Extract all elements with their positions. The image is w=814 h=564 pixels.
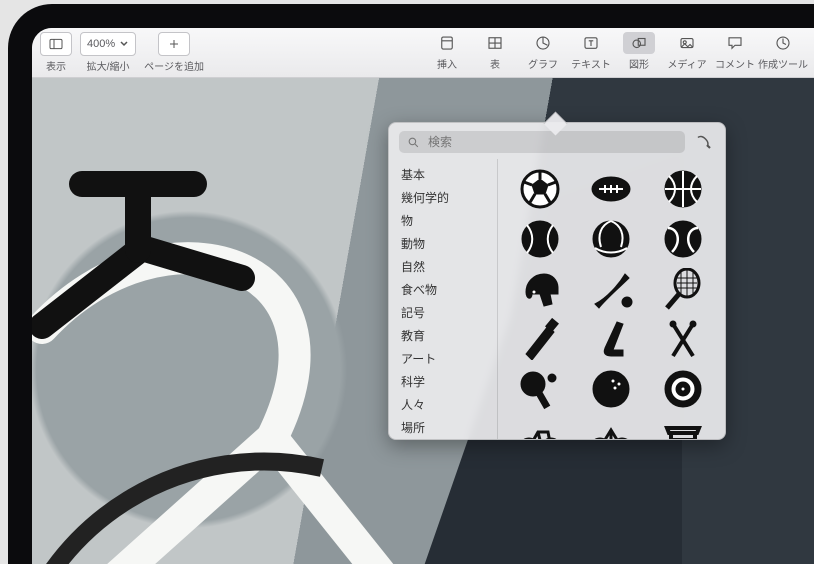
toolbar-text-button[interactable]: テキスト [568, 32, 614, 71]
category-item[interactable]: アート [389, 347, 497, 370]
toolbar-table-label: 表 [490, 56, 500, 71]
shapes-popover: 基本幾何学的物動物自然食べ物記号教育アート科学人々場所活動 [388, 122, 726, 440]
toolbar-shape-label: 図形 [629, 56, 649, 71]
shape-search-field[interactable] [399, 131, 685, 153]
shape-torii-gate[interactable] [655, 417, 711, 439]
shape-basketball[interactable] [655, 167, 711, 211]
toolbar-text-label: テキスト [571, 56, 611, 71]
media-icon [671, 32, 703, 54]
toolbar-media-label: メディア [667, 56, 706, 71]
search-icon [407, 136, 420, 149]
chart-icon [527, 32, 559, 54]
shape-ping-pong[interactable] [512, 367, 568, 411]
table-icon [479, 32, 511, 54]
shape-tennis-racket[interactable] [655, 267, 711, 311]
category-item[interactable]: 幾何学的 [389, 186, 497, 209]
toolbar-authoring-button[interactable]: 作成ツール [760, 32, 806, 71]
shape-category-list[interactable]: 基本幾何学的物動物自然食べ物記号教育アート科学人々場所活動 [389, 159, 498, 439]
category-item[interactable]: 物 [389, 209, 497, 232]
add-page-button[interactable] [158, 32, 190, 56]
toolbar-authoring-label: 作成ツール [758, 56, 808, 71]
view-label: 表示 [46, 58, 66, 73]
category-item[interactable]: 人々 [389, 393, 497, 416]
shape-cricket-bat[interactable] [512, 317, 568, 361]
shape-volleyball[interactable] [583, 217, 639, 261]
toolbar-comment-button[interactable]: コメント [712, 32, 758, 71]
text-icon [575, 32, 607, 54]
toolbar-comment-label: コメント [715, 56, 755, 71]
zoom-dropdown[interactable]: 400% [80, 32, 136, 56]
shape-grid[interactable] [498, 159, 725, 439]
category-item[interactable]: 場所 [389, 416, 497, 439]
add-page-label: ページを追加 [144, 58, 204, 73]
shape-ski-poles[interactable] [655, 317, 711, 361]
toolbar-chart-button[interactable]: グラフ [520, 32, 566, 71]
category-item[interactable]: 教育 [389, 324, 497, 347]
toolbar-chart-label: グラフ [528, 56, 558, 71]
authoring-icon [767, 32, 799, 54]
shape-tennis-ball[interactable] [655, 217, 711, 261]
comment-icon [719, 32, 751, 54]
view-button[interactable] [40, 32, 72, 56]
toolbar-insert-label: 挿入 [437, 56, 457, 71]
category-item[interactable]: 記号 [389, 301, 497, 324]
category-item[interactable]: 動物 [389, 232, 497, 255]
category-item[interactable]: 自然 [389, 255, 497, 278]
shape-baseball-bat[interactable] [583, 267, 639, 311]
toolbar-table-button[interactable]: 表 [472, 32, 518, 71]
shape-football[interactable] [583, 167, 639, 211]
shape-baseball[interactable] [512, 217, 568, 261]
shape-hockey-stick[interactable] [583, 317, 639, 361]
category-item[interactable]: 科学 [389, 370, 497, 393]
toolbar-insert-button[interactable]: 挿入 [424, 32, 470, 71]
zoom-value: 400% [87, 38, 115, 50]
insert-icon [431, 32, 463, 54]
category-item[interactable]: 基本 [389, 163, 497, 186]
shape-bicycle[interactable] [512, 417, 568, 439]
shape-football-helmet[interactable] [512, 267, 568, 311]
shape-archery-target[interactable] [655, 367, 711, 411]
shape-bowling-ball[interactable] [583, 367, 639, 411]
toolbar-media-button[interactable]: メディア [664, 32, 710, 71]
category-item[interactable]: 食べ物 [389, 278, 497, 301]
main-toolbar: 表示 400% 拡大/縮小 ページを追加 挿入表グラフテキスト図形メディ [32, 28, 814, 78]
zoom-label: 拡大/縮小 [87, 58, 130, 73]
shape-icon [623, 32, 655, 54]
document-canvas[interactable]: 基本幾何学的物動物自然食べ物記号教育アート科学人々場所活動 [32, 78, 814, 564]
shape-soccer-ball[interactable] [512, 167, 568, 211]
shape-search-input[interactable] [426, 134, 677, 150]
shape-bicycle-2[interactable] [583, 417, 639, 439]
toolbar-shape-button[interactable]: 図形 [616, 32, 662, 71]
edit-shape-button[interactable] [693, 131, 715, 153]
